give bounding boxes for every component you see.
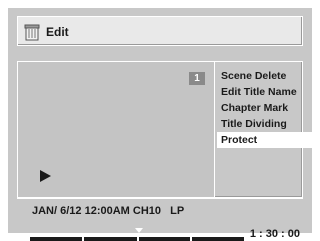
menu-item-scene-delete[interactable]: Scene Delete bbox=[217, 68, 315, 84]
menu-item-chapter-mark[interactable]: Chapter Mark bbox=[217, 100, 315, 116]
progress-tick bbox=[137, 237, 139, 241]
title-bar: Edit bbox=[17, 16, 303, 46]
play-icon bbox=[40, 170, 51, 182]
page-title: Edit bbox=[46, 25, 69, 39]
trash-can-icon bbox=[24, 24, 40, 41]
recording-info: JAN/ 6/12 12:00AM CH10 LP bbox=[32, 205, 185, 217]
edit-menu: Scene Delete Edit Title Name Chapter Mar… bbox=[217, 68, 315, 148]
video-preview: 1 bbox=[18, 62, 215, 197]
position-marker bbox=[135, 228, 143, 233]
title-number-badge: 1 bbox=[189, 72, 205, 85]
menu-item-edit-title-name[interactable]: Edit Title Name bbox=[217, 84, 315, 100]
progress-bar bbox=[30, 237, 244, 241]
progress-tick bbox=[190, 237, 192, 241]
edit-panel: 1 Scene Delete Edit Title Name Chapter M… bbox=[17, 61, 315, 198]
info-divider bbox=[17, 198, 303, 199]
progress-tick bbox=[82, 237, 84, 241]
menu-item-title-dividing[interactable]: Title Dividing bbox=[217, 116, 315, 132]
menu-item-protect[interactable]: Protect bbox=[217, 132, 315, 148]
duration-display: 1 : 30 : 00 bbox=[249, 228, 300, 240]
edit-screen: Edit 1 Scene Delete Edit Title Name Chap… bbox=[8, 8, 315, 241]
